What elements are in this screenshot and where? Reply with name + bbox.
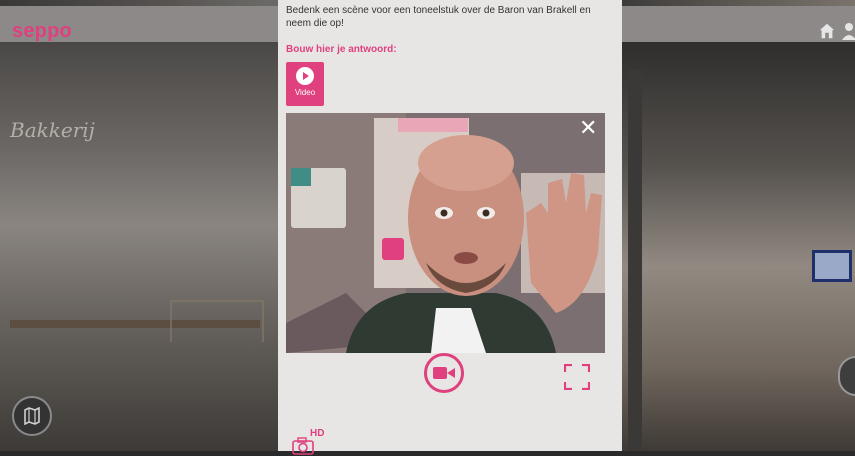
workshop-beam xyxy=(628,70,642,451)
video-button-label: Video xyxy=(294,88,316,97)
fullscreen-icon[interactable] xyxy=(564,364,590,390)
camera-hd-icon xyxy=(292,437,314,455)
task-panel: Bedenk een scène voor een toneelstuk ove… xyxy=(278,0,622,455)
home-icon[interactable] xyxy=(818,22,836,40)
record-video-icon xyxy=(433,367,455,379)
webcam-scene xyxy=(286,113,605,353)
video-answer-button[interactable]: Video xyxy=(286,62,324,106)
bakery-rack xyxy=(170,300,264,342)
camera-hd-button[interactable]: HD xyxy=(292,428,328,455)
workshop-frame xyxy=(812,250,852,282)
play-icon xyxy=(296,67,314,85)
user-icon[interactable] xyxy=(842,22,855,40)
panorama-right-workshop xyxy=(622,42,855,451)
record-button[interactable] xyxy=(424,353,464,393)
webcam-preview: ✕ xyxy=(286,113,605,353)
answer-label: Bouw hier je antwoord: xyxy=(286,44,397,55)
map-icon xyxy=(24,407,40,425)
map-button[interactable] xyxy=(12,396,52,436)
question-text: Bedenk een scène voor een toneelstuk ove… xyxy=(286,5,591,29)
panorama-left-bakery xyxy=(0,42,278,451)
bakery-sign: Bakkerij xyxy=(10,118,95,142)
hd-label: HD xyxy=(310,428,325,439)
seppo-logo[interactable]: seppo xyxy=(12,20,72,43)
close-icon[interactable]: ✕ xyxy=(579,117,597,139)
